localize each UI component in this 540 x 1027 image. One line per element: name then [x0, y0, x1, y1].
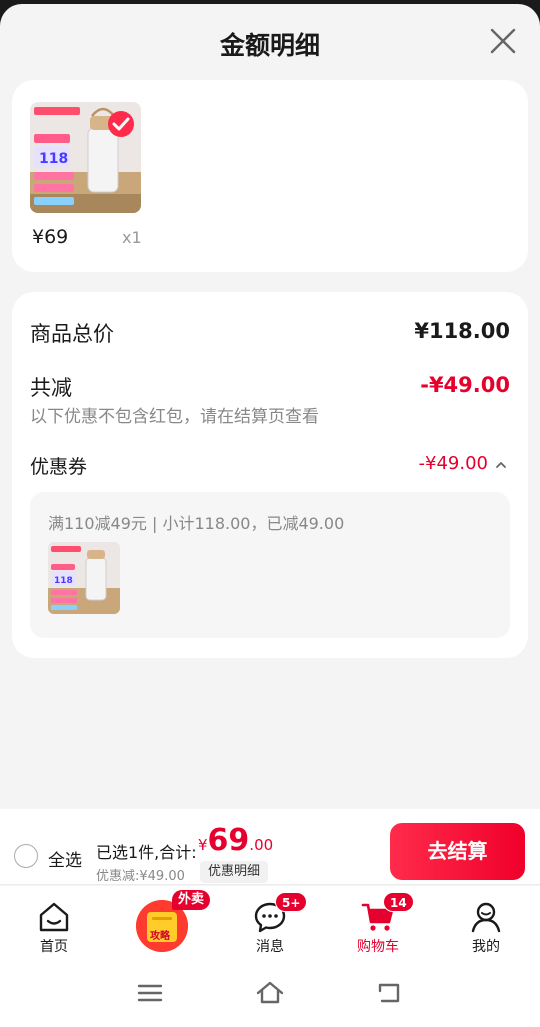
tab-messages[interactable]: 5+ 消息	[225, 886, 315, 958]
system-home-button[interactable]	[256, 980, 284, 1006]
tab-cart-label: 购物车	[357, 939, 399, 955]
total-amount: ¥69.00	[198, 823, 273, 858]
select-all-label[interactable]: 全选	[48, 846, 82, 871]
tab-home-label: 首页	[40, 939, 68, 955]
checkout-bar: 全选 已选1件,合计: ¥69.00 优惠减:¥49.00 优惠明细 去结算	[0, 809, 540, 885]
svg-text:118: 118	[54, 576, 73, 586]
system-back-button[interactable]	[376, 980, 404, 1006]
home-icon	[39, 902, 69, 932]
promo-icon-text: 攻略	[150, 929, 171, 942]
sheet-header: 金额明细	[0, 4, 540, 80]
total-integer: 69	[207, 823, 250, 858]
close-button[interactable]	[488, 26, 518, 56]
coupon-value: -¥49.00	[418, 453, 488, 474]
coupon-description: 满110减49元 | 小计118.00，已减49.00	[48, 514, 345, 533]
product-price: ¥69	[32, 226, 69, 248]
promo-badge: 外卖	[172, 890, 211, 910]
cart-badge: 14	[383, 892, 414, 912]
chevron-up-icon	[496, 462, 506, 468]
system-menu-button[interactable]	[136, 980, 164, 1006]
bottom-tab-bar: 首页 攻略 外卖 5+ 消息 14 购物车 我的	[0, 886, 540, 958]
total-currency: ¥	[198, 836, 208, 854]
tab-profile-label: 我的	[472, 939, 500, 955]
price-detail-card: 商品总价 ¥118.00 共减 -¥49.00 以下优惠不包含红包，请在结算页查…	[12, 292, 528, 658]
product-card: 118 ¥69 x1	[12, 80, 528, 272]
total-decimal: .00	[249, 836, 274, 854]
total-reduce-value: -¥49.00	[420, 373, 510, 397]
sheet-title: 金额明细	[219, 31, 320, 60]
close-icon	[490, 28, 516, 54]
product-image[interactable]: 118	[30, 102, 141, 213]
discount-note: 以下优惠不包含红包，请在结算页查看	[30, 407, 319, 427]
product-quantity: x1	[122, 228, 142, 247]
tab-promo[interactable]: 攻略 外卖	[117, 886, 211, 958]
back-icon	[378, 983, 400, 1003]
coupon-label: 优惠券	[30, 456, 88, 478]
messages-badge: 5+	[275, 892, 308, 912]
tab-cart[interactable]: 14 购物车	[333, 886, 423, 958]
select-all-checkbox[interactable]	[14, 844, 38, 868]
home-outline-icon	[256, 981, 284, 1004]
coupon-detail-box: 满110减49元 | 小计118.00，已减49.00 118	[30, 492, 510, 638]
total-price-label: 商品总价	[30, 322, 114, 346]
discount-detail-chip[interactable]: 优惠明细	[200, 861, 269, 883]
amount-detail-sheet: 金额明细 118 ¥69 x1 商品总价 ¥118.00 共减 -¥49.00 …	[0, 4, 540, 1027]
collapse-button[interactable]	[494, 457, 508, 471]
profile-icon	[471, 902, 501, 933]
checkout-button[interactable]: 去结算	[390, 823, 525, 880]
svg-text:118: 118	[39, 151, 68, 167]
tab-profile[interactable]: 我的	[441, 886, 531, 958]
total-reduce-label: 共减	[30, 376, 72, 400]
menu-icon	[137, 984, 163, 1002]
selected-count-text: 已选1件,合计:	[96, 843, 197, 862]
total-price-value: ¥118.00	[414, 319, 510, 343]
system-navigation-bar	[0, 958, 540, 1027]
tab-messages-label: 消息	[256, 939, 284, 955]
discount-amount: 优惠减:¥49.00	[96, 869, 185, 884]
coupon-product-image: 118	[48, 542, 120, 614]
tab-home[interactable]: 首页	[9, 886, 99, 958]
